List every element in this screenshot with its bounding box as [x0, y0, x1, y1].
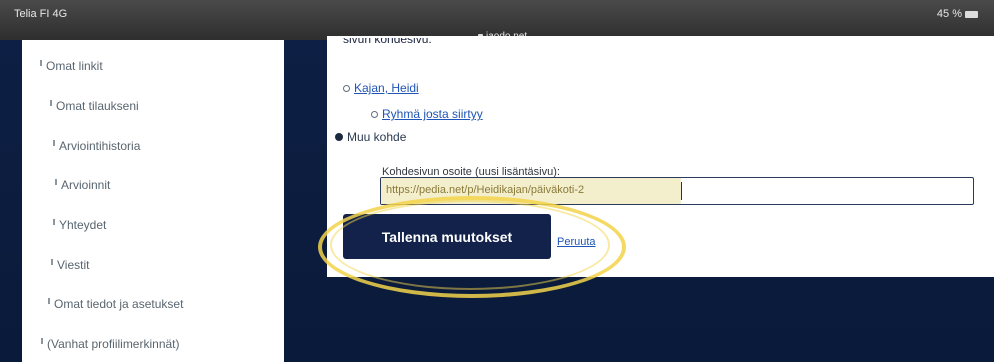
bullet-icon: [50, 100, 52, 106]
option-kajan-heidi[interactable]: Kajan, Heidi: [343, 81, 419, 95]
bullet-icon: [53, 219, 55, 225]
sidebar-item-label: Arvioinnit: [61, 178, 111, 192]
sidebar-menu: Omat linkit Omat tilaukseni Arviointihis…: [22, 40, 284, 362]
option-muu-kohde[interactable]: Muu kohde: [335, 130, 406, 144]
bullet-icon: [40, 60, 42, 66]
sidebar-item-omat-linkit[interactable]: Omat linkit: [40, 59, 103, 73]
option-ryhma[interactable]: Ryhmä josta siirtyy: [371, 107, 483, 121]
target-url-input[interactable]: [380, 177, 974, 205]
carrier-text: Telia FI 4G: [14, 8, 68, 20]
battery-indicator: 45 %: [937, 8, 978, 20]
sidebar-item-viestit[interactable]: Viestit: [51, 258, 89, 272]
radio-button-checked[interactable]: [335, 133, 343, 141]
sidebar-item-vanhat-profiilimerkinnat[interactable]: (Vanhat profiilimerkinnät): [41, 337, 180, 351]
battery-text: 45 %: [936, 8, 962, 20]
sidebar-item-label: (Vanhat profiilimerkinnät): [47, 337, 180, 351]
sidebar-item-arvioinnit[interactable]: Arvioinnit: [55, 178, 110, 192]
sidebar-item-label: Omat tilaukseni: [56, 99, 139, 113]
sidebar-item-omat-tiedot[interactable]: Omat tiedot ja asetukset: [48, 297, 183, 311]
sidebar-item-label: Arviointihistoria: [59, 139, 141, 153]
option-link[interactable]: Ryhmä josta siirtyy: [382, 107, 483, 121]
cutoff-text: sivun kohdesivu:: [343, 38, 432, 46]
radio-button[interactable]: [343, 84, 350, 92]
sidebar-item-arviointihistoria[interactable]: Arviointihistoria: [53, 139, 140, 153]
sidebar-item-label: Omat tiedot ja asetukset: [54, 297, 184, 311]
bullet-icon: [51, 259, 53, 265]
cancel-link[interactable]: Peruuta: [557, 236, 596, 248]
bullet-icon: [55, 179, 57, 185]
sidebar-item-label: Omat linkit: [46, 59, 103, 73]
sidebar-item-label: Yhteydet: [59, 218, 107, 232]
bullet-icon: [53, 140, 55, 146]
option-link[interactable]: Kajan, Heidi: [354, 81, 419, 95]
sidebar-item-omat-tilaukseni[interactable]: Omat tilaukseni: [50, 99, 139, 113]
sidebar-item-yhteydet[interactable]: Yhteydet: [53, 218, 106, 232]
ios-status-bar: Telia FI 4G jaodo.net 45 %: [0, 0, 994, 42]
save-changes-button[interactable]: Tallenna muutokset: [343, 214, 551, 259]
radio-button[interactable]: [371, 110, 378, 118]
battery-icon: [965, 10, 978, 18]
text-caret: [681, 182, 682, 200]
bullet-icon: [48, 298, 50, 304]
bullet-icon: [41, 338, 43, 344]
option-label: Muu kohde: [347, 130, 407, 144]
sidebar-item-label: Viestit: [57, 258, 90, 272]
